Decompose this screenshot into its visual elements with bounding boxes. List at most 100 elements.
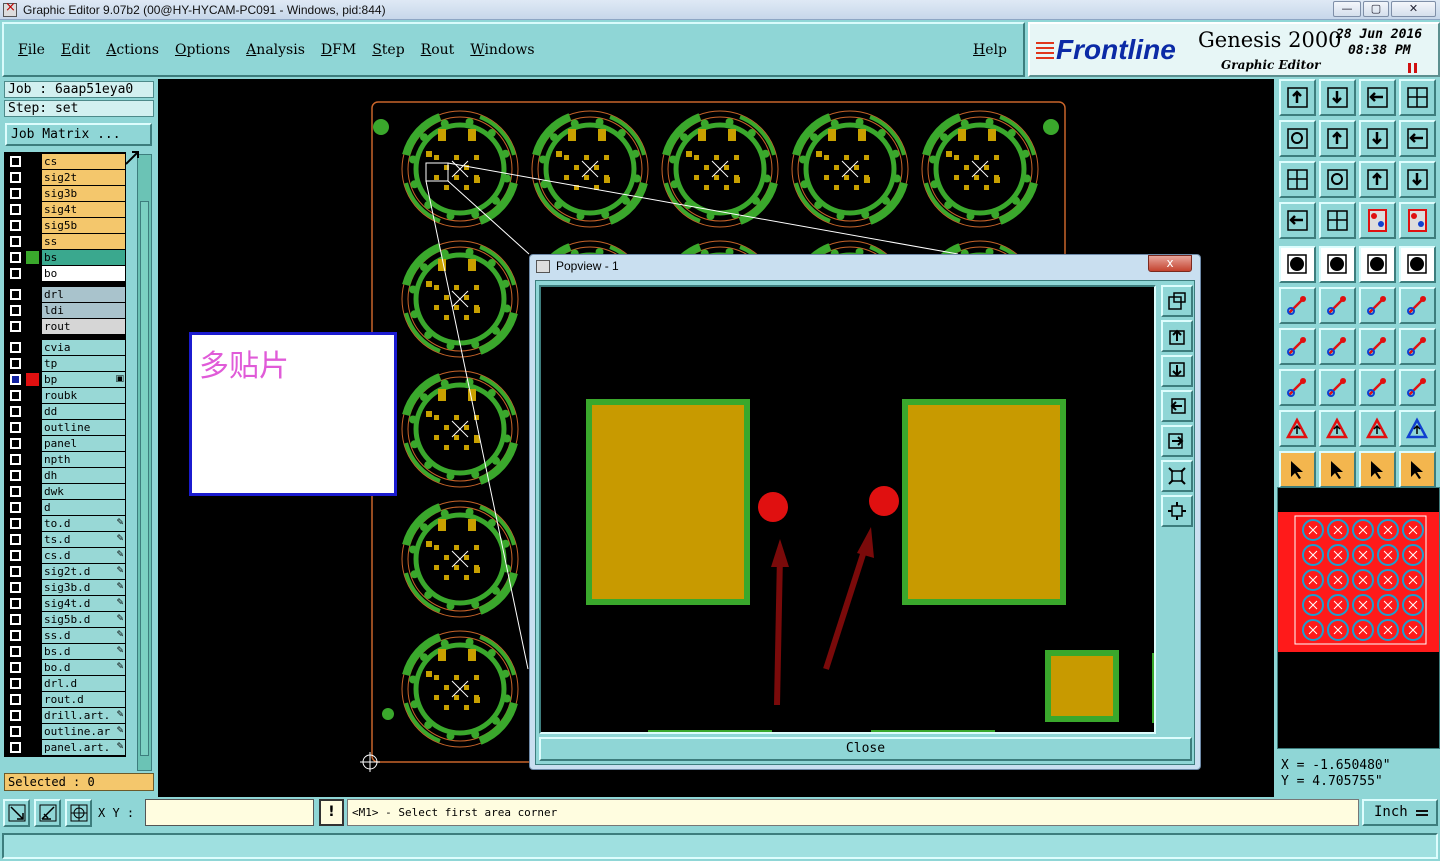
layer-row-dwk[interactable]: dwk — [4, 484, 126, 499]
menu-windows[interactable]: Windows — [470, 42, 534, 58]
layer-checkbox[interactable] — [10, 614, 21, 625]
layer-checkbox[interactable] — [10, 678, 21, 689]
layer-row-cs[interactable]: cs — [4, 154, 126, 169]
popview-zoom-window-button[interactable] — [1161, 285, 1193, 317]
unit-selector[interactable]: Inch — [1362, 799, 1438, 826]
layer-checkbox[interactable] — [10, 518, 21, 529]
window-split-button[interactable] — [1399, 79, 1436, 116]
layer-checkbox[interactable] — [10, 598, 21, 609]
layer-compare-red-button[interactable] — [1399, 202, 1436, 239]
move-point-button[interactable] — [1399, 287, 1436, 324]
layer-name[interactable]: drill.art. — [42, 708, 125, 723]
layer-name[interactable]: panel.art. — [42, 740, 125, 755]
layer-name[interactable]: sig3b — [42, 186, 125, 201]
layer-name[interactable]: bs — [42, 250, 125, 265]
layer-row-cvia[interactable]: cvia — [4, 340, 126, 355]
layer-checkbox[interactable] — [10, 188, 21, 199]
layer-row-ldi[interactable]: ldi — [4, 303, 126, 318]
layer-checkbox[interactable] — [10, 438, 21, 449]
snap-mode-button[interactable] — [3, 799, 30, 827]
menu-dfm[interactable]: DFM — [321, 42, 356, 58]
layer-checkbox[interactable] — [10, 646, 21, 657]
align-button[interactable] — [1319, 369, 1356, 406]
popview-pan-right-button[interactable] — [1161, 425, 1193, 457]
layer-row-ts-d[interactable]: ts.d ✎ — [4, 532, 126, 547]
minimize-button[interactable]: — — [1333, 1, 1361, 17]
layer-row-sig4t-d[interactable]: sig4t.d ✎ — [4, 596, 126, 611]
move-node-button[interactable] — [1359, 287, 1396, 324]
layer-checkbox[interactable] — [10, 502, 21, 513]
layer-name[interactable]: dh — [42, 468, 125, 483]
layer-name[interactable]: sig5b — [42, 218, 125, 233]
layer-checkbox[interactable] — [10, 470, 21, 481]
select-circle-button[interactable] — [1359, 451, 1396, 488]
layer-name[interactable]: dwk — [42, 484, 125, 499]
popview-zoom-out-button[interactable] — [1161, 460, 1193, 492]
zoom-home-button[interactable] — [1279, 79, 1316, 116]
layer-name[interactable]: d — [42, 500, 125, 515]
layer-name[interactable]: bp — [42, 372, 125, 387]
layer-color-swatch[interactable] — [26, 373, 39, 386]
flip-button[interactable] — [1399, 328, 1436, 365]
layer-row-sig3b[interactable]: sig3b — [4, 186, 126, 201]
layer-name[interactable]: cs.d — [42, 548, 125, 563]
layer-name[interactable]: rout.d — [42, 692, 125, 707]
layer-name[interactable]: panel — [42, 436, 125, 451]
layer-row-tp[interactable]: tp — [4, 356, 126, 371]
layer-row-d[interactable]: d — [4, 500, 126, 515]
triangle-grow-button[interactable] — [1319, 410, 1356, 447]
layer-name[interactable]: outline.ar — [42, 724, 125, 739]
menu-actions[interactable]: Actions — [106, 42, 159, 58]
layer-name[interactable]: roubk — [42, 388, 125, 403]
layer-name[interactable]: cs — [42, 154, 125, 169]
layer-name[interactable]: sig3b.d — [42, 580, 125, 595]
redraw-button[interactable] — [1399, 120, 1436, 157]
triangle-select-button[interactable] — [1279, 410, 1316, 447]
layer-name[interactable]: sig4t.d — [42, 596, 125, 611]
measure-mode-button[interactable] — [34, 799, 61, 827]
select-area-button[interactable] — [1279, 369, 1316, 406]
layer-row-ss-d[interactable]: ss.d ✎ — [4, 628, 126, 643]
layer-checkbox[interactable] — [10, 662, 21, 673]
help-button[interactable] — [1399, 161, 1436, 198]
layer-row-to-d[interactable]: to.d ✎ — [4, 516, 126, 531]
layer-row-rout-d[interactable]: rout.d — [4, 692, 126, 707]
layer-checkbox[interactable] — [10, 252, 21, 263]
layer-row-panel[interactable]: panel — [4, 436, 126, 451]
grid-button[interactable] — [1319, 202, 1356, 239]
triangle-red-button[interactable] — [1359, 410, 1396, 447]
menu-edit[interactable]: Edit — [61, 42, 90, 58]
layer-row-dd[interactable]: dd — [4, 404, 126, 419]
zoom-house-button[interactable] — [1359, 79, 1396, 116]
select-box-button[interactable] — [1319, 451, 1356, 488]
layer-row-dh[interactable]: dh — [4, 468, 126, 483]
layer-checkbox[interactable] — [10, 726, 21, 737]
xy-input[interactable] — [145, 799, 314, 826]
layer-row-roubk[interactable]: roubk — [4, 388, 126, 403]
layer-name[interactable]: rout — [42, 319, 125, 334]
popview-pan-left-button[interactable] — [1161, 390, 1193, 422]
layer-name[interactable]: bs.d — [42, 644, 125, 659]
popview-fit-button[interactable] — [1161, 495, 1193, 527]
layer-row-sig2t[interactable]: sig2t — [4, 170, 126, 185]
window-close-button[interactable]: ✕ — [1391, 1, 1436, 17]
popview-canvas[interactable] — [539, 285, 1156, 734]
layer-row-bs-d[interactable]: bs.d ✎ — [4, 644, 126, 659]
measure-button[interactable] — [1279, 202, 1316, 239]
grid-mode-button[interactable] — [65, 799, 92, 827]
resize-button[interactable] — [1359, 369, 1396, 406]
layer-row-sig4t[interactable]: sig4t — [4, 202, 126, 217]
layer-checkbox[interactable] — [10, 342, 21, 353]
layer-checkbox[interactable] — [10, 486, 21, 497]
layer-name[interactable]: drl.d — [42, 676, 125, 691]
layer-checkbox[interactable] — [10, 204, 21, 215]
draw-line-button[interactable] — [1319, 328, 1356, 365]
maximize-button[interactable]: ▢ — [1363, 1, 1389, 17]
layer-checkbox[interactable] — [10, 390, 21, 401]
layer-row-outline[interactable]: outline — [4, 420, 126, 435]
layer-checkbox[interactable] — [10, 374, 21, 385]
layer-name[interactable]: dd — [42, 404, 125, 419]
add-pad-button[interactable] — [1279, 246, 1316, 283]
layer-name[interactable]: cvia — [42, 340, 125, 355]
layer-checkbox[interactable] — [10, 582, 21, 593]
